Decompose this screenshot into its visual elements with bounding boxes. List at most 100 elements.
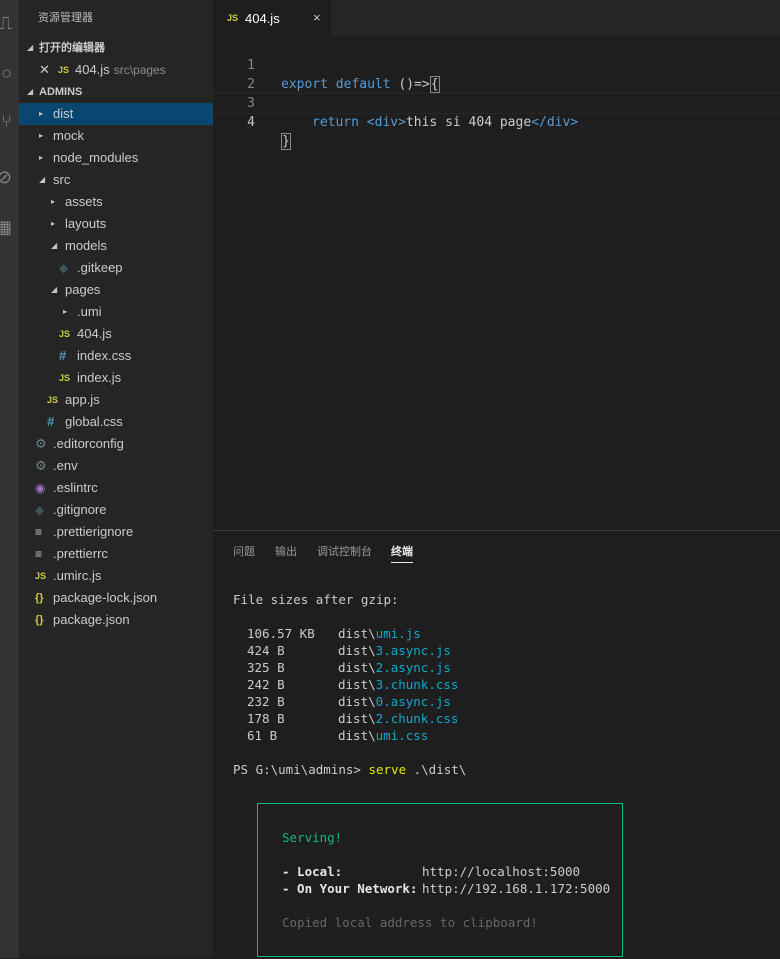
- code-editor[interactable]: 1 export default ()=>{ 2 3 return <div>t…: [213, 37, 780, 529]
- tree-item[interactable]: {} package-lock.json: [19, 587, 213, 609]
- tree-item[interactable]: ▸ dist: [19, 103, 213, 125]
- file-size: 424 B: [247, 643, 285, 658]
- tree-item-label: .umi: [77, 304, 102, 319]
- tree-item[interactable]: ▸ .umi: [19, 301, 213, 323]
- tree-item[interactable]: JS app.js: [19, 389, 213, 411]
- open-editor-name: 404.js: [75, 62, 110, 77]
- source-control-icon[interactable]: ⑂: [0, 110, 12, 132]
- eslint-icon: ◉: [35, 481, 46, 495]
- tree-item-label: package.json: [53, 612, 130, 627]
- tree-item-label: node_modules: [53, 150, 139, 165]
- tree-item-label: models: [65, 238, 107, 253]
- tab-problems[interactable]: 问题: [233, 543, 255, 559]
- tab-terminal[interactable]: 终端: [391, 543, 413, 563]
- chevron-down-icon: ◢: [39, 175, 46, 184]
- local-label: - Local:: [282, 864, 343, 879]
- text-lines-icon: ≡: [35, 525, 43, 539]
- close-icon[interactable]: ×: [313, 10, 321, 25]
- css-file-icon: #: [59, 348, 67, 363]
- code-brace: }: [281, 133, 291, 150]
- files-icon[interactable]: ⎍: [0, 12, 12, 34]
- explorer-sidebar: 资源管理器 ◢ 打开的编辑器 ✕ JS 404.js src\pages ◢ AD…: [19, 0, 213, 958]
- tree-item-label: dist: [53, 106, 74, 121]
- tab-404-js[interactable]: JS 404.js ×: [213, 0, 331, 37]
- gear-icon: ⚙: [35, 436, 47, 451]
- tree-item-label: .prettierrc: [53, 546, 108, 561]
- git-icon: ◆: [35, 503, 45, 517]
- tree-item[interactable]: # global.css: [19, 411, 213, 433]
- project-section[interactable]: ◢ ADMINS: [19, 81, 213, 103]
- tree-item[interactable]: JS .umirc.js: [19, 565, 213, 587]
- file-dir: dist\: [338, 728, 376, 743]
- file-name: umi.js: [375, 626, 421, 641]
- tree-item-label: .gitignore: [53, 502, 107, 517]
- tree-item[interactable]: ◢ models: [19, 235, 213, 257]
- file-name: 2.async.js: [375, 660, 451, 675]
- tree-item-label: .env: [53, 458, 78, 473]
- file-size: 178 B: [247, 711, 285, 726]
- tree-item-label: index.css: [77, 348, 132, 363]
- chevron-right-icon: ▸: [51, 219, 56, 228]
- activity-bar: ⎍ ○ ⑂ ⊘ ▦: [0, 0, 19, 958]
- tree-item[interactable]: ⚙ .env: [19, 455, 213, 477]
- terminal-file-line: 178 B dist\2.chunk.css: [233, 710, 458, 727]
- tab-debug-console[interactable]: 调试控制台: [317, 543, 372, 559]
- local-url[interactable]: http://localhost:5000: [422, 863, 580, 880]
- file-name: 3.chunk.css: [375, 677, 459, 692]
- close-icon[interactable]: ✕: [39, 59, 50, 81]
- tree-item[interactable]: ◆ .gitignore: [19, 499, 213, 521]
- serving-text: Serving!: [282, 830, 343, 845]
- bottom-panel: 问题 输出 调试控制台 终端 File sizes after gzip: 10…: [213, 530, 780, 959]
- js-file-icon: JS: [35, 571, 47, 581]
- tree-item[interactable]: ▸ assets: [19, 191, 213, 213]
- file-name: 3.async.js: [375, 643, 451, 658]
- tree-item[interactable]: JS index.js: [19, 367, 213, 389]
- chevron-down-icon: ◢: [51, 241, 58, 250]
- terminal-command: serve: [368, 762, 407, 777]
- network-url[interactable]: http://192.168.1.172:5000: [422, 880, 610, 897]
- terminal-prompt-line: PS G:\umi\admins> serve .\dist\: [233, 761, 466, 778]
- tree-item[interactable]: ≡ .prettierignore: [19, 521, 213, 543]
- extensions-icon[interactable]: ▦: [0, 216, 12, 238]
- tree-item-label: mock: [53, 128, 85, 143]
- tree-item-label: .editorconfig: [53, 436, 124, 451]
- code-line: 2: [213, 56, 780, 92]
- terminal-heading: File sizes after gzip:: [233, 592, 399, 607]
- open-editor-item[interactable]: ✕ JS 404.js src\pages: [19, 59, 213, 81]
- tree-item[interactable]: ▸ mock: [19, 125, 213, 147]
- file-dir: dist\: [338, 677, 376, 692]
- js-file-icon: JS: [59, 373, 71, 383]
- tree-item[interactable]: ◉ .eslintrc: [19, 477, 213, 499]
- search-icon[interactable]: ○: [0, 62, 12, 84]
- tree-item[interactable]: ◢ pages: [19, 279, 213, 301]
- file-name: 0.async.js: [375, 694, 451, 709]
- tree-item[interactable]: {} package.json: [19, 609, 213, 631]
- tab-output[interactable]: 输出: [275, 543, 297, 559]
- serve-box: Serving! - Local: http://localhost:5000 …: [257, 803, 623, 957]
- tree-item[interactable]: # index.css: [19, 345, 213, 367]
- json-braces-icon: {}: [35, 592, 44, 604]
- tree-item-label: src: [53, 172, 71, 187]
- open-editors-section[interactable]: ◢ 打开的编辑器: [19, 37, 213, 59]
- tree-item-label: index.js: [77, 370, 122, 385]
- file-size: 61 B: [247, 728, 278, 743]
- debug-icon[interactable]: ⊘: [0, 166, 12, 188]
- tree-item-label: app.js: [65, 392, 100, 407]
- tree-item-label: .gitkeep: [77, 260, 123, 275]
- file-dir: dist\: [338, 694, 376, 709]
- tree-item[interactable]: ◢ src: [19, 169, 213, 191]
- js-file-icon: JS: [58, 65, 70, 75]
- tree-item[interactable]: ◆ .gitkeep: [19, 257, 213, 279]
- tree-item[interactable]: ⚙ .editorconfig: [19, 433, 213, 455]
- file-dir: dist\: [338, 711, 376, 726]
- tree-item[interactable]: ▸ layouts: [19, 213, 213, 235]
- editor-tabs: JS 404.js ×: [213, 0, 780, 37]
- chevron-down-icon: ◢: [27, 43, 34, 52]
- terminal-file-line: 424 B dist\3.async.js: [233, 642, 451, 659]
- tree-item[interactable]: ▸ node_modules: [19, 147, 213, 169]
- tree-item-label: package-lock.json: [53, 590, 158, 605]
- network-label: - On Your Network:: [282, 881, 418, 896]
- chevron-right-icon: ▸: [39, 109, 44, 118]
- tree-item[interactable]: ≡ .prettierrc: [19, 543, 213, 565]
- tree-item[interactable]: JS 404.js: [19, 323, 213, 345]
